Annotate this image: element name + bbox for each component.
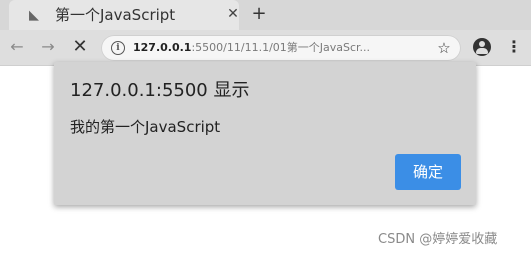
arrow-left-icon[interactable]: ← [8,38,26,56]
tab-active[interactable]: ◣ 第一个JavaScript ✕ [9,0,239,30]
close-icon[interactable]: ✕ [71,38,89,56]
url-path: :5500/11/11.1/01第一个JavaScr... [191,41,371,54]
toolbar: ← → ✕ i 127.0.0.1:5500/11/11.1/01第一个Java… [0,30,531,66]
close-icon[interactable]: ✕ [225,6,241,22]
tab-strip: ◣ 第一个JavaScript ✕ + [0,0,531,30]
url-host: 127.0.0.1 [133,41,192,54]
watermark: CSDN @婷婷爱收藏 [378,232,498,247]
more-vert-icon[interactable]: ⋮ [506,37,522,57]
arrow-right-icon[interactable]: → [39,38,57,56]
account-icon[interactable] [473,38,491,56]
tab-title: 第一个JavaScript [55,6,176,24]
star-icon[interactable]: ☆ [436,40,452,56]
browser-window: ◣ 第一个JavaScript ✕ + ← → ✕ i 127.0.0.1:55… [0,0,531,257]
alert-dialog: 127.0.0.1:5500 显示 我的第一个JavaScript 确定 [54,62,476,205]
address-bar[interactable]: i 127.0.0.1:5500/11/11.1/01第一个JavaScr...… [101,35,461,61]
alert-message: 我的第一个JavaScript [70,118,221,136]
info-icon[interactable]: i [111,41,125,55]
ok-button[interactable]: 确定 [395,154,461,190]
alert-title: 127.0.0.1:5500 显示 [70,80,250,101]
url-text[interactable]: 127.0.0.1:5500/11/11.1/01第一个JavaScr... [133,40,413,56]
document-icon: ◣ [29,8,39,23]
plus-icon[interactable]: + [250,4,268,24]
